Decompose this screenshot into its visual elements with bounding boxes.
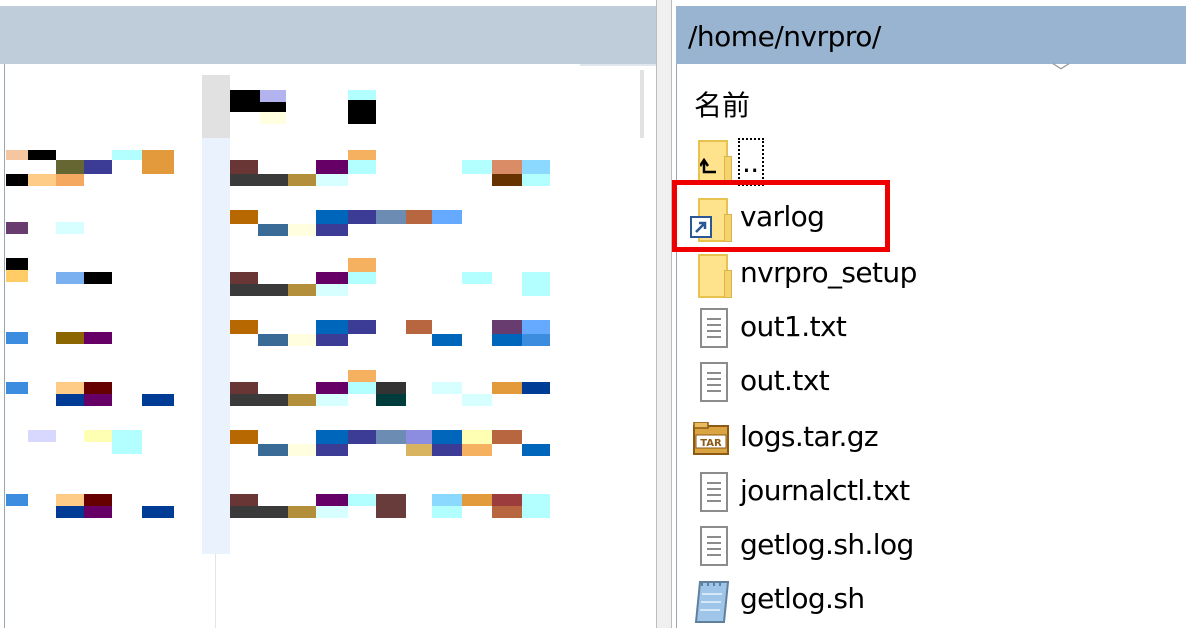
- remote-path-bar[interactable]: /home/nvrpro/: [676, 6, 1186, 64]
- column-divider: [215, 554, 216, 628]
- pane-splitter[interactable]: [656, 0, 672, 628]
- column-header-name[interactable]: 名前: [694, 84, 750, 124]
- pane-border: [4, 64, 5, 628]
- text-file-icon: [690, 468, 730, 518]
- tar-icon-text: TAR: [700, 438, 722, 449]
- file-row-nvrpro-setup[interactable]: nvrpro_setup: [686, 248, 1166, 302]
- local-path-bar[interactable]: [0, 6, 656, 66]
- chevron-down-icon[interactable]: ﹀: [1052, 64, 1070, 82]
- highlight-annotation: [672, 180, 890, 252]
- file-row-getlog-sh-log[interactable]: getlog.sh.log: [686, 520, 1166, 574]
- file-name: nvrpro_setup: [740, 256, 917, 289]
- vertical-scrollbar-thumb[interactable]: [640, 70, 644, 138]
- file-row-getlog-sh[interactable]: getlog.sh: [686, 574, 1166, 628]
- file-row-out-txt[interactable]: out.txt: [686, 356, 1166, 410]
- column-highlight-strip: [202, 138, 230, 554]
- pane-border: [676, 64, 677, 628]
- file-row-out1-txt[interactable]: out1.txt: [686, 302, 1166, 356]
- folder-icon: [690, 250, 732, 300]
- remote-file-pane: /home/nvrpro/ ﹀ 名前 .. varlog nvrpro_setu…: [672, 0, 1186, 628]
- file-name: journalctl.txt: [740, 474, 910, 507]
- remote-path-text: /home/nvrpro/: [688, 20, 881, 53]
- text-file-icon: [690, 522, 730, 572]
- file-name: out.txt: [740, 364, 830, 397]
- file-name: out1.txt: [740, 310, 847, 343]
- file-name: logs.tar.gz: [740, 420, 879, 453]
- file-name: getlog.sh: [740, 582, 865, 615]
- file-name: ..: [742, 146, 759, 179]
- parent-folder-icon: [690, 136, 732, 186]
- local-file-pane: [0, 0, 656, 628]
- text-file-icon: [690, 304, 730, 354]
- column-header-cell[interactable]: [202, 75, 230, 138]
- script-file-icon: [690, 576, 730, 626]
- file-name: getlog.sh.log: [740, 528, 914, 561]
- file-row-journalctl-txt[interactable]: journalctl.txt: [686, 466, 1166, 520]
- tar-archive-icon: TAR: [690, 414, 730, 464]
- file-row-logs-tar-gz[interactable]: TAR logs.tar.gz: [686, 412, 1166, 466]
- text-file-icon: [690, 358, 730, 408]
